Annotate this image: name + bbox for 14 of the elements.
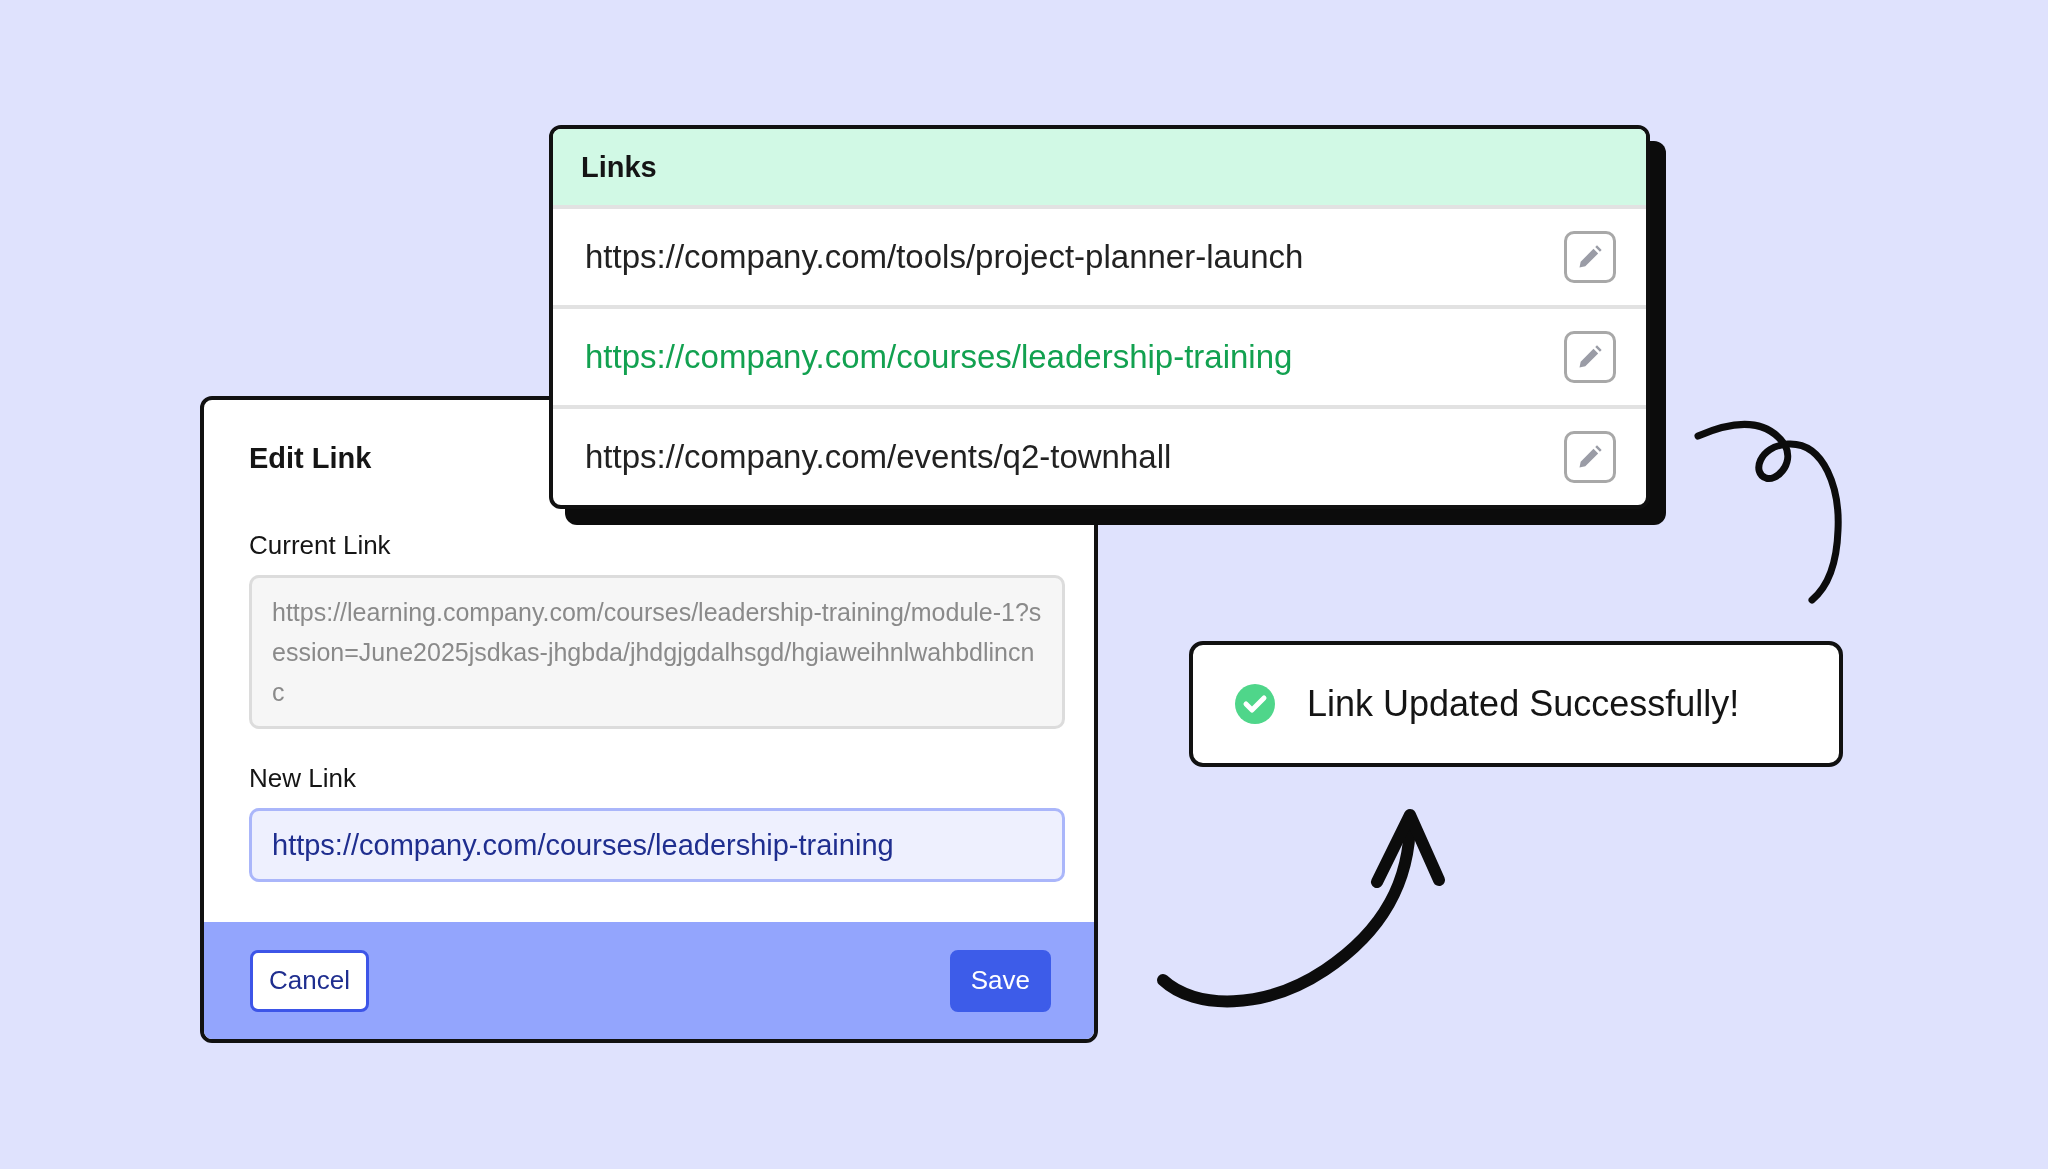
check-circle-icon (1235, 684, 1275, 724)
save-button[interactable]: Save (949, 949, 1051, 1012)
toast-message: Link Updated Successfully! (1307, 683, 1740, 725)
edit-button[interactable] (1564, 231, 1616, 283)
edit-button[interactable] (1564, 331, 1616, 383)
cancel-button[interactable]: Cancel (250, 949, 369, 1012)
field-label: New Link (249, 763, 356, 794)
field-label: Current Link (249, 530, 391, 561)
link-url[interactable]: https://company.com/events/q2-townhall (585, 438, 1172, 476)
new-link-field[interactable]: https://company.com/courses/leadership-training (249, 808, 1065, 882)
panel-title: Links (581, 150, 657, 184)
link-url[interactable]: https://company.com/tools/project-planner-launch (585, 238, 1304, 276)
edit-button[interactable] (1564, 431, 1616, 483)
dialog-title: Edit Link (249, 442, 372, 475)
